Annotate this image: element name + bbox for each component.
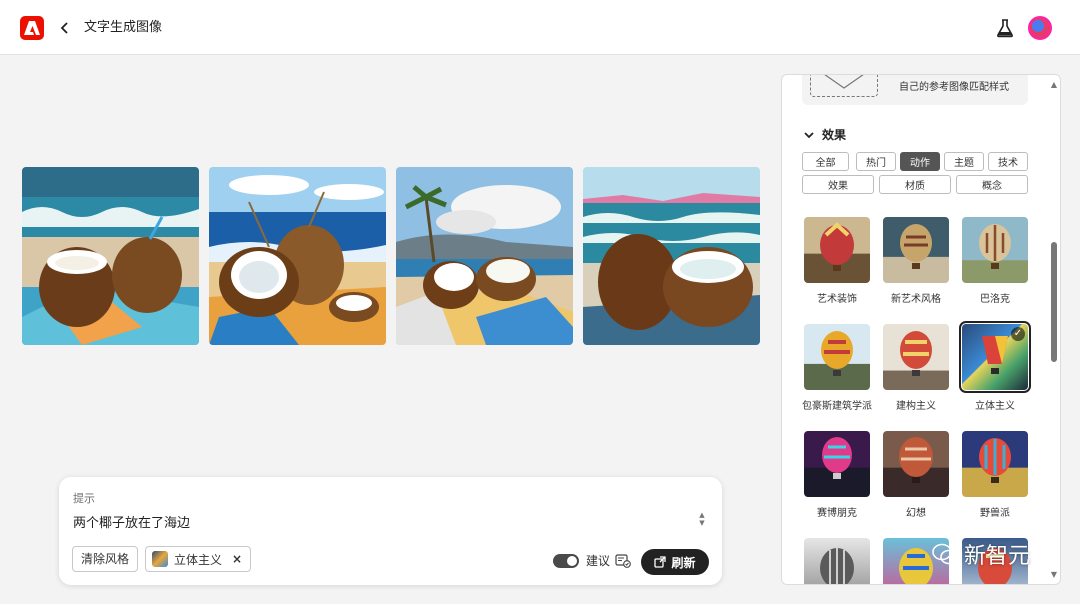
style-panel: 自己的参考图像匹配样式 效果 全部 热门 动作 主题 技术 效果 材质 概念 艺… bbox=[781, 74, 1061, 585]
style-thumbnail bbox=[804, 217, 870, 283]
effects-section-toggle[interactable]: 效果 bbox=[804, 126, 846, 143]
style-art-deco[interactable]: 艺术装饰 bbox=[802, 217, 872, 305]
user-avatar[interactable] bbox=[1028, 16, 1052, 40]
filter-chip-all[interactable]: 全部 bbox=[802, 152, 849, 171]
style-thumbnail-icon bbox=[152, 551, 168, 567]
style-thumbnail bbox=[883, 217, 949, 283]
style-caption: 艺术装饰 bbox=[817, 294, 857, 305]
style-thumbnail bbox=[962, 217, 1028, 283]
watermark: 新智元 bbox=[932, 538, 1030, 570]
style-caption: 赛博朋克 bbox=[817, 508, 857, 519]
reference-hint: 自己的参考图像匹配样式 bbox=[899, 82, 1009, 93]
prompt-input[interactable]: 两个椰子放在了海边 bbox=[73, 512, 190, 531]
scroll-thumb[interactable] bbox=[1051, 242, 1057, 362]
filter-chip-popular[interactable]: 热门 bbox=[856, 152, 896, 171]
scroll-up-icon[interactable]: ▲ bbox=[1050, 80, 1058, 89]
caret-up-icon[interactable]: ▲ bbox=[697, 511, 707, 519]
style-caption: 新艺术风格 bbox=[891, 294, 941, 305]
refresh-label: 刷新 bbox=[671, 555, 696, 570]
style-tag-label: 立体主义 bbox=[174, 552, 223, 567]
style-cubism[interactable]: ✓ 立体主义 bbox=[959, 321, 1031, 412]
chevron-down-icon bbox=[804, 131, 814, 138]
style-thumbnail bbox=[804, 431, 870, 497]
prompt-card: 提示 两个椰子放在了海边 ▲ ▼ 清除风格 立体主义 × 建议 刷新 bbox=[59, 477, 722, 585]
app-header: 文字生成图像 bbox=[0, 0, 1080, 55]
style-constructivism[interactable]: 建构主义 bbox=[881, 324, 951, 412]
filter-chip-concept[interactable]: 概念 bbox=[956, 175, 1028, 194]
style-row4-item-1[interactable] bbox=[802, 538, 872, 584]
style-tag-cubism[interactable]: 立体主义 × bbox=[145, 546, 252, 572]
suggest-toggle[interactable] bbox=[553, 554, 579, 568]
style-thumbnail bbox=[883, 431, 949, 497]
prompt-stepper[interactable]: ▲ ▼ bbox=[697, 511, 707, 529]
style-bauhaus[interactable]: 包豪斯建筑学派 bbox=[802, 324, 872, 412]
style-thumbnail bbox=[804, 324, 870, 390]
style-cyberpunk[interactable]: 赛博朋克 bbox=[802, 431, 872, 519]
style-fantasy[interactable]: 幻想 bbox=[881, 431, 951, 519]
generated-images bbox=[22, 167, 760, 345]
style-caption: 建构主义 bbox=[896, 401, 936, 412]
watermark-text: 新智元 bbox=[964, 544, 1031, 569]
filter-chip-material[interactable]: 材质 bbox=[879, 175, 951, 194]
clear-style-button[interactable]: 清除风格 bbox=[72, 546, 139, 572]
checkmark-icon: ✓ bbox=[1011, 327, 1025, 341]
style-thumbnail: ✓ bbox=[959, 321, 1031, 393]
style-art-nouveau[interactable]: 新艺术风格 bbox=[881, 217, 951, 305]
refresh-button[interactable]: 刷新 bbox=[641, 549, 709, 575]
refresh-icon bbox=[654, 556, 667, 568]
upload-image-icon[interactable] bbox=[810, 75, 878, 97]
wechat-icon bbox=[932, 543, 958, 565]
style-caption: 巴洛克 bbox=[980, 294, 1010, 305]
style-fauvism[interactable]: 野兽派 bbox=[960, 431, 1030, 519]
style-thumbnail bbox=[804, 538, 870, 584]
content-credentials-icon[interactable] bbox=[615, 554, 631, 568]
filter-chip-theme[interactable]: 主题 bbox=[944, 152, 984, 171]
adobe-logo-icon[interactable] bbox=[20, 16, 44, 40]
style-caption: 立体主义 bbox=[975, 401, 1015, 412]
generated-image-2[interactable] bbox=[209, 167, 386, 345]
style-thumbnail bbox=[883, 324, 949, 390]
page-title: 文字生成图像 bbox=[84, 20, 163, 35]
generated-image-1[interactable] bbox=[22, 167, 199, 345]
back-button[interactable] bbox=[56, 16, 74, 40]
style-thumbnail bbox=[962, 431, 1028, 497]
suggest-label: 建议 bbox=[586, 554, 611, 568]
toggle-knob bbox=[567, 556, 577, 566]
style-caption: 包豪斯建筑学派 bbox=[802, 401, 872, 412]
style-caption: 幻想 bbox=[906, 508, 926, 519]
chevron-left-icon bbox=[60, 22, 68, 34]
generated-image-3[interactable] bbox=[396, 167, 573, 345]
filter-chip-effects[interactable]: 效果 bbox=[802, 175, 874, 194]
generated-image-4[interactable] bbox=[583, 167, 760, 345]
filter-chip-tech[interactable]: 技术 bbox=[988, 152, 1028, 171]
scroll-down-icon[interactable]: ▼ bbox=[1050, 570, 1058, 579]
flask-icon[interactable] bbox=[996, 18, 1014, 38]
style-caption: 野兽派 bbox=[980, 508, 1010, 519]
prompt-label: 提示 bbox=[73, 492, 95, 505]
filter-chip-action[interactable]: 动作 bbox=[900, 152, 940, 171]
reference-image-box[interactable]: 自己的参考图像匹配样式 bbox=[802, 75, 1028, 105]
section-title: 效果 bbox=[822, 128, 847, 142]
remove-tag-icon[interactable]: × bbox=[232, 552, 242, 566]
style-baroque[interactable]: 巴洛克 bbox=[960, 217, 1030, 305]
caret-down-icon[interactable]: ▼ bbox=[697, 519, 707, 527]
panel-scrollbar[interactable]: ▲ ▼ bbox=[1048, 76, 1060, 583]
